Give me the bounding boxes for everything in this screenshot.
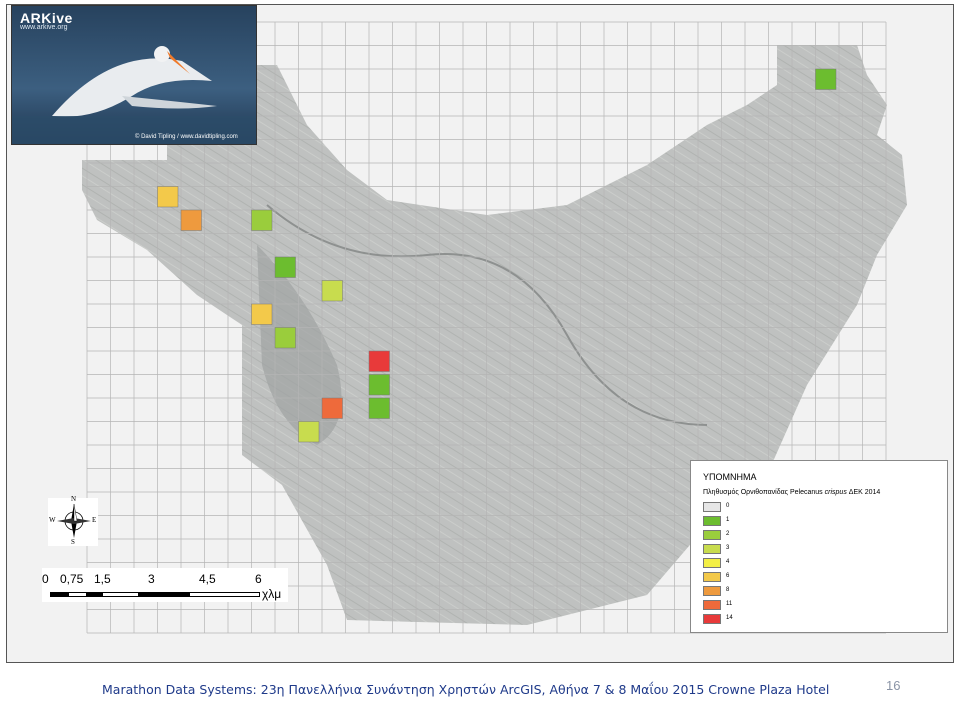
legend-label: 14	[726, 615, 733, 621]
scale-segment	[51, 593, 69, 596]
survey-cell	[298, 421, 320, 443]
legend-swatch	[703, 544, 721, 554]
legend-swatch	[703, 614, 721, 624]
legend-subtitle-species: crispus	[824, 489, 847, 496]
photo-credit: © David Tipling / www.davidtipling.com	[135, 134, 238, 140]
compass-w: W	[49, 516, 56, 524]
legend-subtitle: Πληθυσμός Ορνιθοπανίδας Pelecanus crispu…	[703, 489, 880, 496]
compass-e: E	[92, 516, 97, 524]
footer-text: Marathon Data Systems: 23η Πανελλήνια Συ…	[102, 682, 830, 697]
legend-swatch	[703, 558, 721, 568]
legend-label: 1	[726, 517, 730, 523]
north-arrow: N E S W	[48, 495, 98, 546]
legend-swatch	[703, 530, 721, 540]
scale-segment	[138, 593, 190, 596]
compass-s: S	[71, 538, 75, 546]
map-legend: ΥΠΟΜΝΗΜΑ Πληθυσμός Ορνιθοπανίδας Pelecan…	[690, 460, 948, 633]
legend-swatch	[703, 586, 721, 596]
map-frame: ARKive www.arkive.org © David Tipling / …	[6, 4, 954, 663]
legend-subtitle-end: ΔΕΚ 2014	[846, 489, 881, 496]
legend-label: 2	[726, 531, 730, 537]
scale-tick: 3	[148, 572, 155, 586]
scale-unit: χλμ	[262, 587, 282, 601]
legend-subtitle-start: Πληθυσμός Ορνιθοπανίδας Pelecanus	[703, 489, 825, 496]
legend-swatch	[703, 502, 721, 512]
legend-label: 11	[726, 601, 733, 607]
scale-segment	[86, 593, 103, 596]
scale-tick: 4,5	[199, 572, 216, 586]
legend-swatch	[703, 572, 721, 582]
legend-swatch	[703, 516, 721, 526]
scale-tick: 0	[42, 572, 49, 586]
scale-bar-graphic	[50, 592, 260, 597]
survey-cell	[321, 397, 343, 419]
legend-label: 6	[726, 573, 730, 579]
survey-cell	[815, 68, 837, 90]
scale-tick: 0,75	[60, 572, 84, 586]
survey-cell	[251, 209, 273, 231]
survey-cell	[157, 186, 179, 208]
legend-label: 8	[726, 587, 730, 593]
scale-bar: 0 0,75 1,5 3 4,5 6 χλμ	[42, 568, 288, 602]
survey-cell	[368, 350, 390, 372]
scale-tick: 1,5	[94, 572, 111, 586]
survey-cell	[368, 374, 390, 396]
survey-cell	[180, 209, 202, 231]
arkive-url: www.arkive.org	[20, 24, 68, 31]
survey-cell	[321, 280, 343, 302]
page-number: 16	[886, 678, 901, 693]
legend-label: 4	[726, 559, 730, 565]
compass-n: N	[71, 495, 77, 503]
legend-label: 3	[726, 545, 730, 551]
legend-swatch	[703, 600, 721, 610]
survey-cell	[251, 303, 273, 325]
pelican-photo: ARKive www.arkive.org © David Tipling / …	[11, 5, 257, 145]
legend-label: 0	[726, 503, 730, 509]
scale-tick: 6	[255, 572, 262, 586]
survey-cell	[368, 397, 390, 419]
legend-title: ΥΠΟΜΝΗΜΑ	[703, 472, 757, 482]
survey-cell	[274, 256, 296, 278]
survey-cell	[274, 327, 296, 349]
